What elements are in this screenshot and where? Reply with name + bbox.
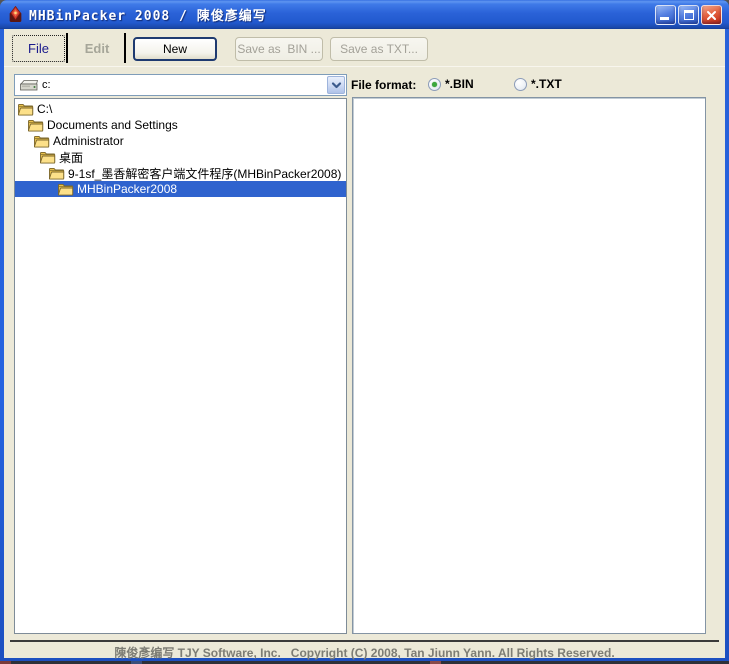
tree-item-label: 桌面 (59, 149, 83, 166)
client-area: File Edit New Save as BIN ... Save as TX… (4, 29, 725, 658)
maximize-button[interactable] (678, 5, 699, 25)
radio-bin[interactable]: *.BIN (428, 77, 474, 91)
close-icon (706, 10, 717, 21)
tree-item-mhbinpacker2008-selected[interactable]: MHBinPacker2008 (15, 181, 346, 197)
status-bar-text: 陳俊彥编写 TJY Software, Inc. Copyright (C) 2… (4, 644, 725, 660)
tab-file[interactable]: File (12, 35, 65, 62)
drive-combobox-value: c: (42, 79, 51, 91)
folder-icon (17, 103, 34, 116)
folder-icon (48, 167, 65, 180)
tree-item-administrator[interactable]: Administrator (15, 133, 346, 149)
tree-item-9-1sf-folder[interactable]: 9-1sf_墨香解密客户端文件程序(MHBinPacker2008) (15, 165, 346, 181)
tree-item-desktop[interactable]: 桌面 (15, 149, 346, 165)
radio-txt-label: *.TXT (531, 77, 562, 91)
minimize-icon (660, 17, 669, 20)
tab-separator (124, 33, 126, 63)
flame-app-icon (7, 6, 24, 23)
title-bar[interactable]: MHBinPacker 2008 / 陳俊彥编写 (0, 0, 729, 29)
maximize-icon (684, 10, 694, 20)
window-title: MHBinPacker 2008 / 陳俊彥编写 (29, 5, 267, 24)
tree-item-documents-and-settings[interactable]: Documents and Settings (15, 117, 346, 133)
save-as-bin-button[interactable]: Save as BIN ... (235, 37, 323, 61)
tab-edit[interactable]: Edit (72, 35, 122, 62)
status-divider (10, 640, 719, 642)
radio-bin-icon[interactable] (428, 78, 441, 91)
tree-item-label: Documents and Settings (47, 118, 178, 132)
folder-icon (57, 183, 74, 196)
radio-txt-icon[interactable] (514, 78, 527, 91)
tree-item-label: C:\ (37, 102, 52, 116)
directory-tree[interactable]: C:\ Documents and Settings Administrator… (14, 98, 347, 634)
drive-icon (19, 79, 39, 92)
save-as-txt-button[interactable]: Save as TXT... (330, 37, 428, 61)
close-button[interactable] (701, 5, 722, 25)
file-listbox[interactable] (352, 97, 706, 634)
tree-item-c-drive[interactable]: C:\ (15, 101, 346, 117)
tab-separator (66, 33, 68, 63)
folder-icon (27, 119, 44, 132)
drive-combobox-dropdown-button[interactable] (327, 76, 345, 94)
radio-bin-label: *.BIN (445, 77, 474, 91)
minimize-button[interactable] (655, 5, 676, 25)
app-window: MHBinPacker 2008 / 陳俊彥编写 File Edit New S… (0, 0, 729, 664)
tree-item-label: 9-1sf_墨香解密客户端文件程序(MHBinPacker2008) (68, 165, 341, 182)
chevron-down-icon (331, 81, 342, 90)
toolbar-divider (4, 66, 725, 67)
folder-icon (33, 135, 50, 148)
new-button[interactable]: New (133, 37, 217, 61)
drive-combobox[interactable]: c: (14, 74, 347, 96)
tree-item-label: MHBinPacker2008 (77, 182, 177, 196)
radio-txt[interactable]: *.TXT (514, 77, 562, 91)
tree-item-label: Administrator (53, 134, 124, 148)
folder-icon (39, 151, 56, 164)
file-format-label: File format: (351, 78, 416, 92)
